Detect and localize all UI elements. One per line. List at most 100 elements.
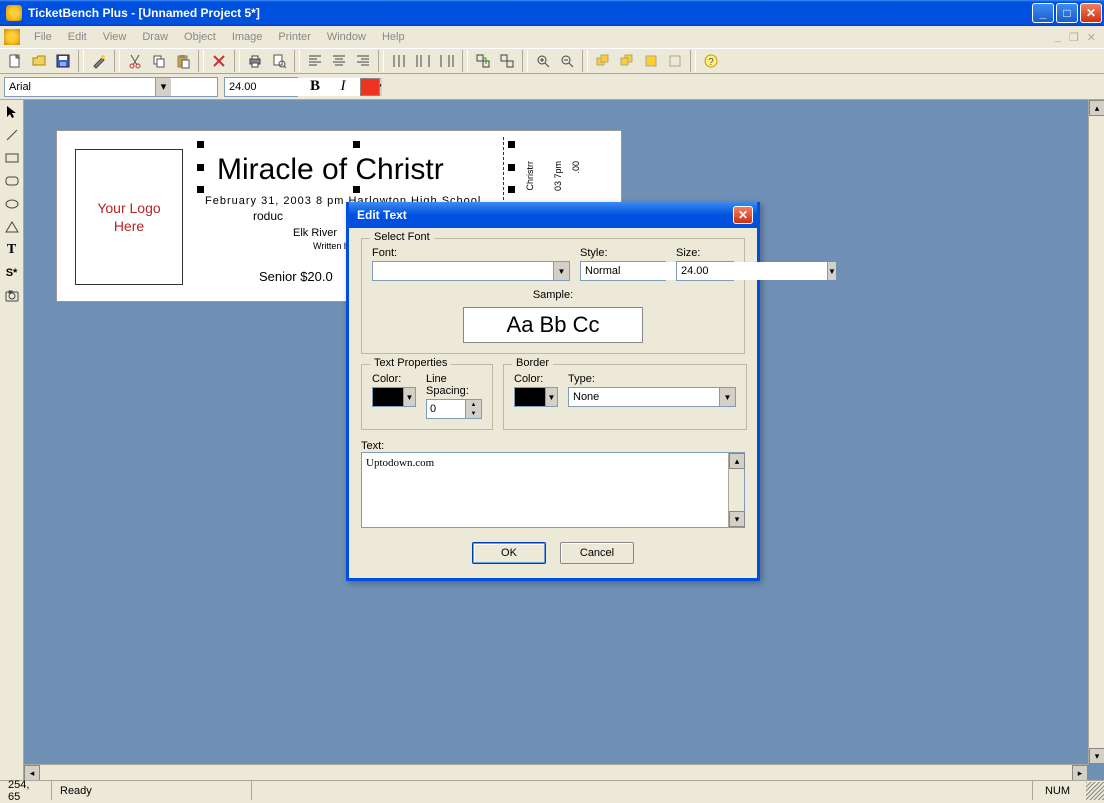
- stub-text-3[interactable]: .00: [571, 161, 581, 174]
- ellipse-tool[interactable]: [2, 194, 22, 214]
- ungroup-button[interactable]: [496, 50, 518, 72]
- menu-edit[interactable]: Edit: [60, 29, 95, 45]
- rounded-rect-tool[interactable]: [2, 171, 22, 191]
- save-button[interactable]: [52, 50, 74, 72]
- dialog-close-button[interactable]: ✕: [733, 206, 753, 224]
- style-label: Style:: [580, 247, 666, 259]
- font-family-combo[interactable]: ▾: [4, 77, 218, 97]
- logo-placeholder[interactable]: Your Logo Here: [75, 149, 183, 285]
- mdi-minimize-button[interactable]: _: [1055, 31, 1061, 44]
- align-center-button[interactable]: [328, 50, 350, 72]
- menu-view[interactable]: View: [95, 29, 135, 45]
- backward-button[interactable]: [664, 50, 686, 72]
- style-combo[interactable]: ▼: [580, 261, 666, 281]
- border-type-dropdown-icon[interactable]: ▼: [719, 388, 735, 406]
- size-input[interactable]: [677, 262, 827, 280]
- window-close-button[interactable]: ✕: [1080, 3, 1102, 23]
- align-right-button[interactable]: [352, 50, 374, 72]
- ticket-title-text[interactable]: Miracle of Christr: [217, 153, 444, 187]
- print-preview-button[interactable]: [268, 50, 290, 72]
- image-tool[interactable]: [2, 286, 22, 306]
- line-spacing-input[interactable]: [427, 400, 465, 418]
- italic-button[interactable]: I: [332, 77, 354, 97]
- window-minimize-button[interactable]: _: [1032, 3, 1054, 23]
- bold-button[interactable]: B: [304, 77, 326, 97]
- textarea-scrollbar[interactable]: ▴ ▾: [728, 453, 744, 527]
- border-color-dropdown-icon[interactable]: ▼: [545, 388, 557, 406]
- distribute3-button[interactable]: [436, 50, 458, 72]
- zoom-in-button[interactable]: [532, 50, 554, 72]
- line-tool[interactable]: [2, 125, 22, 145]
- stub-text-1[interactable]: Christrr: [525, 161, 535, 191]
- copy-button[interactable]: [148, 50, 170, 72]
- ticket-price[interactable]: Senior $20.0: [259, 269, 333, 284]
- font-dropdown-icon[interactable]: ▼: [553, 262, 569, 280]
- wizard-button[interactable]: [88, 50, 110, 72]
- horizontal-scrollbar[interactable]: ◂ ▸: [24, 764, 1088, 780]
- stub-text-2[interactable]: 03 7pm: [553, 161, 563, 191]
- font-combo[interactable]: ▼: [372, 261, 570, 281]
- resize-grip-icon[interactable]: [1086, 782, 1104, 800]
- status-ready: Ready: [52, 781, 252, 800]
- paste-button[interactable]: [172, 50, 194, 72]
- mdi-restore-button[interactable]: ❐: [1069, 31, 1079, 44]
- menu-file[interactable]: File: [26, 29, 60, 45]
- menu-window[interactable]: Window: [319, 29, 374, 45]
- textarea-scroll-up-icon[interactable]: ▴: [729, 453, 745, 469]
- print-button[interactable]: [244, 50, 266, 72]
- text-color-dropdown-icon[interactable]: ▼: [403, 388, 415, 406]
- new-button[interactable]: [4, 50, 26, 72]
- ticket-line3[interactable]: roduc: [253, 209, 283, 223]
- vertical-scrollbar[interactable]: ▴ ▾: [1088, 100, 1104, 764]
- menu-help[interactable]: Help: [374, 29, 413, 45]
- align-left-button[interactable]: [304, 50, 326, 72]
- spin-up-icon[interactable]: ▲: [466, 400, 481, 409]
- spin-down-icon[interactable]: ▼: [466, 409, 481, 418]
- help-button[interactable]: ?: [700, 50, 722, 72]
- menu-object[interactable]: Object: [176, 29, 224, 45]
- menu-draw[interactable]: Draw: [134, 29, 176, 45]
- distribute2-button[interactable]: [412, 50, 434, 72]
- open-button[interactable]: [28, 50, 50, 72]
- scroll-down-icon[interactable]: ▾: [1089, 748, 1104, 764]
- font-size-combo[interactable]: ▾: [224, 77, 298, 97]
- window-maximize-button[interactable]: □: [1056, 3, 1078, 23]
- text-tool[interactable]: T: [2, 240, 22, 260]
- serial-tool[interactable]: S*: [2, 263, 22, 283]
- send-back-button[interactable]: [616, 50, 638, 72]
- rectangle-tool[interactable]: [2, 148, 22, 168]
- forward-button[interactable]: [640, 50, 662, 72]
- dialog-titlebar[interactable]: Edit Text ✕: [349, 202, 757, 228]
- border-type-input[interactable]: [569, 388, 719, 406]
- distribute1-button[interactable]: [388, 50, 410, 72]
- cut-button[interactable]: [124, 50, 146, 72]
- zoom-out-button[interactable]: [556, 50, 578, 72]
- scroll-up-icon[interactable]: ▴: [1089, 100, 1104, 116]
- text-textarea[interactable]: [362, 453, 728, 527]
- text-color-swatch[interactable]: [360, 78, 380, 96]
- delete-button[interactable]: [208, 50, 230, 72]
- menu-image[interactable]: Image: [224, 29, 271, 45]
- cancel-button[interactable]: Cancel: [560, 542, 634, 564]
- text-color-combo[interactable]: ▼: [372, 387, 416, 407]
- scroll-right-icon[interactable]: ▸: [1072, 765, 1088, 780]
- font-input[interactable]: [373, 262, 553, 280]
- ticket-line4[interactable]: Elk River: [293, 227, 337, 239]
- textarea-scroll-down-icon[interactable]: ▾: [729, 511, 745, 527]
- titlebar: TicketBench Plus - [Unnamed Project 5*] …: [0, 0, 1104, 26]
- mdi-close-button[interactable]: ✕: [1087, 31, 1096, 44]
- size-combo[interactable]: ▼: [676, 261, 734, 281]
- font-family-input[interactable]: [5, 78, 155, 96]
- ok-button[interactable]: OK: [472, 542, 546, 564]
- size-dropdown-icon[interactable]: ▼: [827, 262, 836, 280]
- triangle-tool[interactable]: [2, 217, 22, 237]
- size-label: Size:: [676, 247, 734, 259]
- bring-front-button[interactable]: [592, 50, 614, 72]
- menu-printer[interactable]: Printer: [270, 29, 318, 45]
- group-button[interactable]: [472, 50, 494, 72]
- border-type-combo[interactable]: ▼: [568, 387, 736, 407]
- line-spacing-spinner[interactable]: ▲ ▼: [426, 399, 482, 419]
- font-family-dropdown-icon[interactable]: ▾: [155, 78, 171, 96]
- border-color-combo[interactable]: ▼: [514, 387, 558, 407]
- pointer-tool[interactable]: [2, 102, 22, 122]
